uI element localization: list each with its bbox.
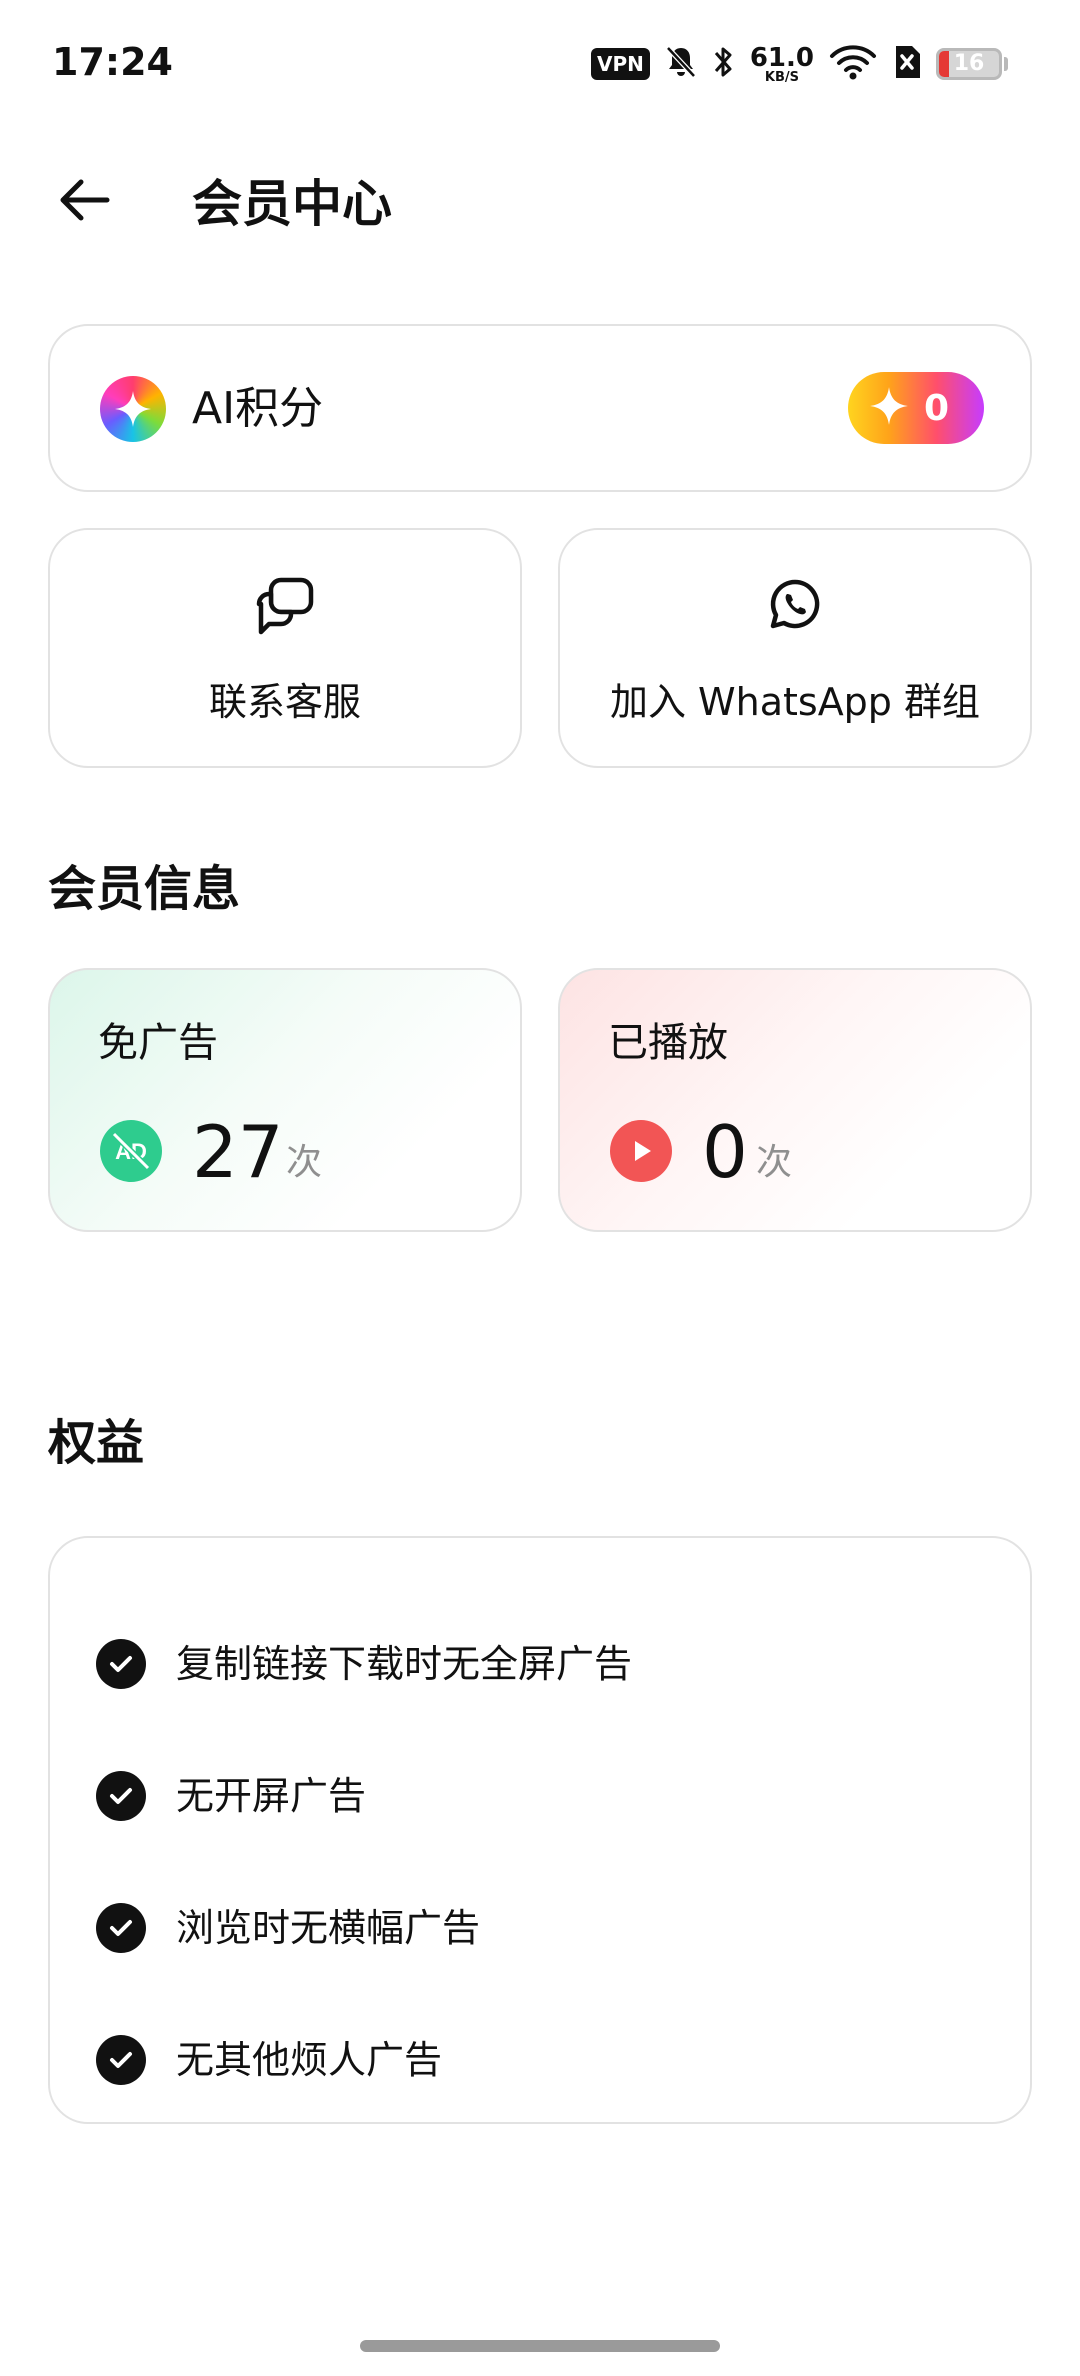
bluetooth-icon bbox=[712, 43, 736, 85]
ai-points-value: 0 bbox=[924, 387, 950, 429]
contact-support-label: 联系客服 bbox=[208, 680, 361, 724]
page-title: 会员中心 bbox=[192, 175, 392, 233]
ad-free-label: 免广告 bbox=[98, 1020, 218, 1066]
status-bar: 17:24 VPN 61.0 KB/S 16 bbox=[0, 0, 1080, 126]
ai-points-badge[interactable]: 0 bbox=[848, 372, 984, 444]
contact-support-button[interactable]: 联系客服 bbox=[48, 528, 522, 768]
battery-icon: 16 bbox=[936, 48, 1002, 80]
benefits-card: 复制链接下载时无全屏广告 无开屏广告 浏览时无横幅广告 无其他烦人广告 bbox=[48, 1536, 1032, 2124]
network-speed-unit: KB/S bbox=[764, 69, 799, 85]
network-speed-value: 61.0 bbox=[749, 42, 814, 73]
home-indicator[interactable] bbox=[360, 2340, 720, 2352]
benefit-item: 浏览时无横幅广告 bbox=[96, 1898, 480, 1958]
check-circle-icon bbox=[96, 1639, 146, 1689]
arrow-left-icon bbox=[57, 177, 111, 227]
benefit-text: 无开屏广告 bbox=[176, 1774, 367, 1818]
sim-error-icon bbox=[892, 44, 922, 84]
played-value: 0 bbox=[702, 1110, 748, 1194]
ad-free-unit: 次 bbox=[286, 1142, 323, 1183]
no-ad-icon: AD bbox=[100, 1120, 162, 1182]
benefits-title: 权益 bbox=[48, 1415, 145, 1471]
benefit-text: 浏览时无横幅广告 bbox=[176, 1906, 481, 1950]
sparkle-icon bbox=[868, 385, 910, 431]
back-button[interactable] bbox=[52, 170, 116, 234]
status-icons: VPN 61.0 KB/S 16 bbox=[590, 38, 1008, 90]
benefit-item: 无开屏广告 bbox=[96, 1766, 366, 1826]
check-circle-icon bbox=[96, 1771, 146, 1821]
status-time: 17:24 bbox=[52, 40, 173, 84]
check-circle-icon bbox=[96, 1903, 146, 1953]
check-circle-icon bbox=[96, 2035, 146, 2085]
benefit-item: 复制链接下载时无全屏广告 bbox=[96, 1634, 632, 1694]
join-whatsapp-label: 加入 WhatsApp 群组 bbox=[609, 680, 981, 724]
ad-free-card: 免广告 AD 27 次 bbox=[48, 968, 522, 1232]
played-card: 已播放 0 次 bbox=[558, 968, 1032, 1232]
ai-points-label: AI积分 bbox=[192, 383, 324, 434]
battery-level: 16 bbox=[953, 51, 985, 76]
battery-cap bbox=[1004, 57, 1008, 71]
member-info-title: 会员信息 bbox=[48, 861, 241, 917]
ad-free-value: 27 bbox=[192, 1110, 284, 1194]
chat-bubbles-icon bbox=[50, 574, 520, 638]
join-whatsapp-button[interactable]: 加入 WhatsApp 群组 bbox=[558, 528, 1032, 768]
play-icon bbox=[610, 1120, 672, 1182]
whatsapp-icon bbox=[560, 574, 1030, 634]
played-unit: 次 bbox=[756, 1142, 793, 1183]
vpn-badge: VPN bbox=[590, 48, 650, 80]
played-label: 已播放 bbox=[608, 1020, 728, 1066]
wifi-icon bbox=[828, 43, 878, 85]
benefit-item: 无其他烦人广告 bbox=[96, 2030, 442, 2090]
network-speed: 61.0 KB/S bbox=[750, 45, 814, 84]
benefit-text: 无其他烦人广告 bbox=[176, 2038, 443, 2082]
ai-sparkle-icon bbox=[100, 376, 166, 442]
ai-points-card[interactable]: AI积分 0 bbox=[48, 324, 1032, 492]
bell-muted-icon bbox=[664, 44, 698, 84]
benefit-text: 复制链接下载时无全屏广告 bbox=[176, 1642, 633, 1686]
